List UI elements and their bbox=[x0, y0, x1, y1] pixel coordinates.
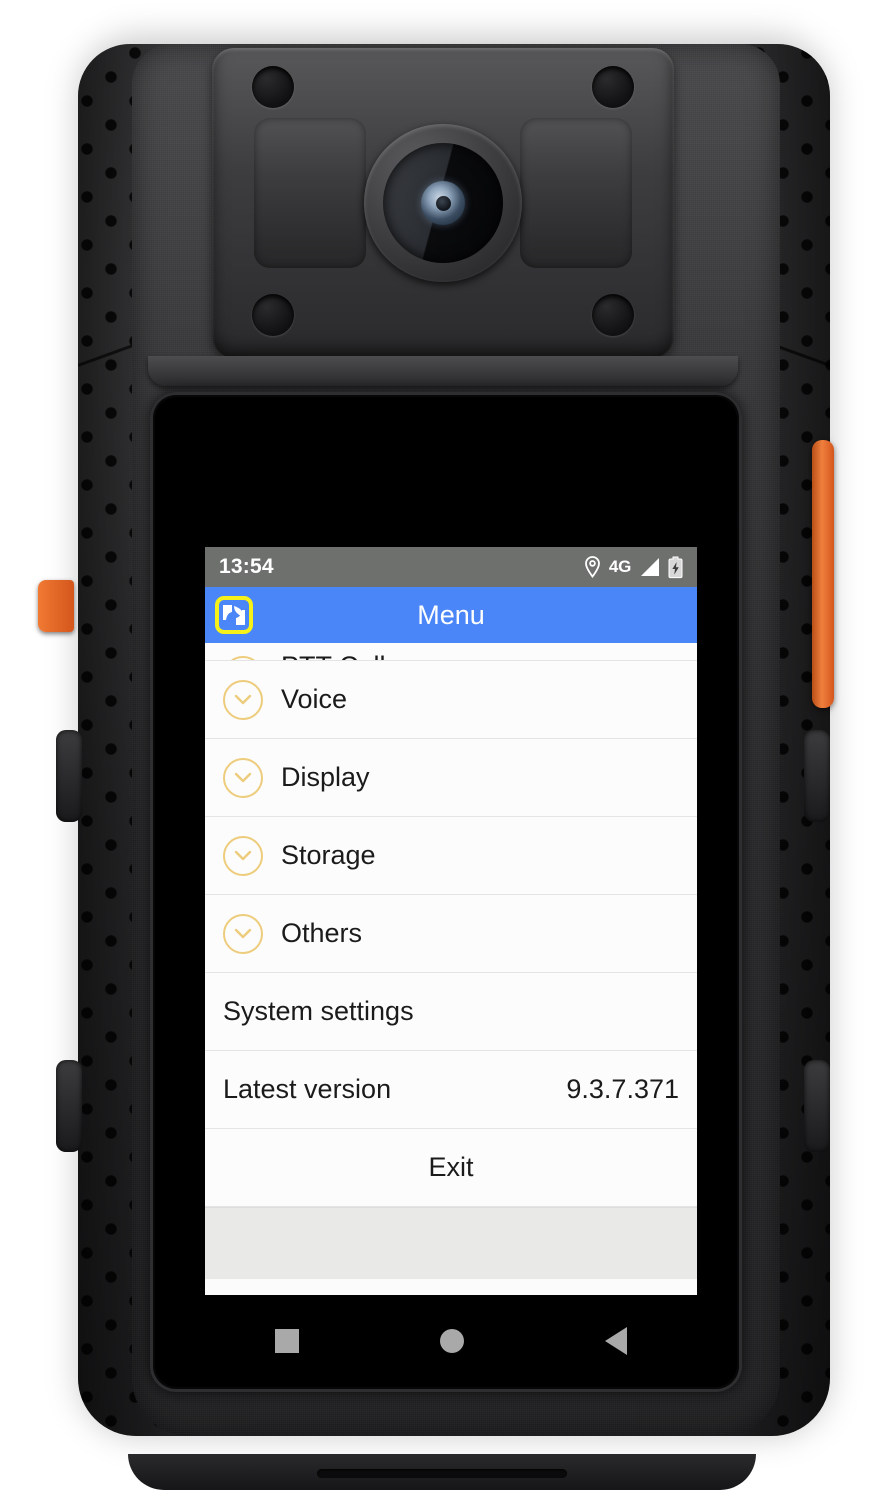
grip-notch-left-upper bbox=[56, 730, 82, 822]
menu-item-label: Exit bbox=[428, 1152, 474, 1182]
menu-list: PTT Call Voice bbox=[205, 643, 697, 1279]
ptt-side-button[interactable] bbox=[812, 440, 834, 708]
screw-bottom-right bbox=[592, 294, 634, 336]
screenshot-root: 13:54 4G Menu Voice Display Storage Othe… bbox=[0, 0, 886, 1494]
screw-top-right bbox=[592, 66, 634, 108]
menu-item-voice[interactable]: Voice bbox=[205, 661, 697, 739]
menu-item-others[interactable]: Others bbox=[205, 895, 697, 973]
location-pin-icon bbox=[584, 556, 601, 578]
menu-item-latest-version[interactable]: Latest version 9.3.7.371 bbox=[205, 1051, 697, 1129]
menu-item-label: PTT Call bbox=[281, 651, 386, 660]
page-title: Menu bbox=[417, 599, 485, 630]
menu-item-label: Latest version bbox=[223, 1074, 392, 1104]
app-title-bar: Menu bbox=[205, 587, 697, 643]
grip-notch-right-upper bbox=[804, 730, 830, 822]
menu-item-display[interactable]: Display bbox=[205, 739, 697, 817]
device-screen: 13:54 4G Menu Voice Display Storage Othe… bbox=[155, 397, 737, 1387]
network-type-label: 4G bbox=[608, 557, 631, 576]
battery-charging-icon bbox=[668, 556, 683, 579]
menu-item-system-settings[interactable]: System settings bbox=[205, 973, 697, 1051]
menu-item-label: Storage bbox=[281, 840, 376, 870]
camera-lens-ring bbox=[364, 124, 522, 282]
recents-button[interactable] bbox=[275, 1329, 300, 1353]
camera-pad-right bbox=[520, 118, 632, 268]
menu-item-exit[interactable]: Exit bbox=[205, 1129, 697, 1207]
chevron-down-icon bbox=[223, 835, 263, 876]
screw-top-left bbox=[252, 66, 294, 108]
menu-item-label: System settings bbox=[223, 996, 414, 1026]
status-clock: 13:54 bbox=[219, 555, 274, 578]
device-bottom-slot bbox=[317, 1469, 567, 1478]
home-button[interactable] bbox=[439, 1329, 464, 1353]
camera-housing bbox=[212, 48, 674, 358]
status-indicators: 4G bbox=[584, 556, 683, 579]
screen-bezel: 13:54 4G Menu Voice Display Storage Othe… bbox=[150, 392, 742, 1392]
record-button[interactable] bbox=[38, 580, 74, 632]
screw-bottom-left bbox=[252, 294, 294, 336]
grip-notch-right-lower bbox=[804, 1060, 830, 1152]
camera-lens-pupil bbox=[435, 195, 451, 211]
menu-item-label: Voice bbox=[281, 684, 348, 714]
camera-lens-glass bbox=[383, 143, 503, 263]
chevron-down-icon bbox=[223, 913, 263, 954]
status-bar: 13:54 4G bbox=[205, 547, 697, 587]
android-nav-bar bbox=[205, 1295, 697, 1387]
list-empty-area bbox=[205, 1207, 697, 1279]
chevron-down-icon bbox=[223, 757, 263, 798]
menu-item-ptt-call[interactable]: PTT Call bbox=[205, 643, 697, 661]
menu-item-label: Others bbox=[281, 918, 363, 948]
chevron-down-icon bbox=[223, 679, 263, 720]
app-logo-icon[interactable] bbox=[215, 596, 253, 634]
back-button[interactable] bbox=[604, 1327, 627, 1355]
grip-notch-left-lower bbox=[56, 1060, 82, 1152]
camera-pad-left bbox=[254, 118, 366, 268]
app-window: 13:54 4G Menu Voice Display Storage Othe… bbox=[205, 547, 697, 1295]
menu-item-label: Display bbox=[281, 762, 370, 792]
version-value: 9.3.7.371 bbox=[566, 1074, 679, 1104]
device-shoulder-ridge bbox=[148, 356, 738, 386]
device-bottom-lip bbox=[128, 1454, 756, 1490]
signal-bars-icon bbox=[639, 557, 660, 577]
menu-item-storage[interactable]: Storage bbox=[205, 817, 697, 895]
